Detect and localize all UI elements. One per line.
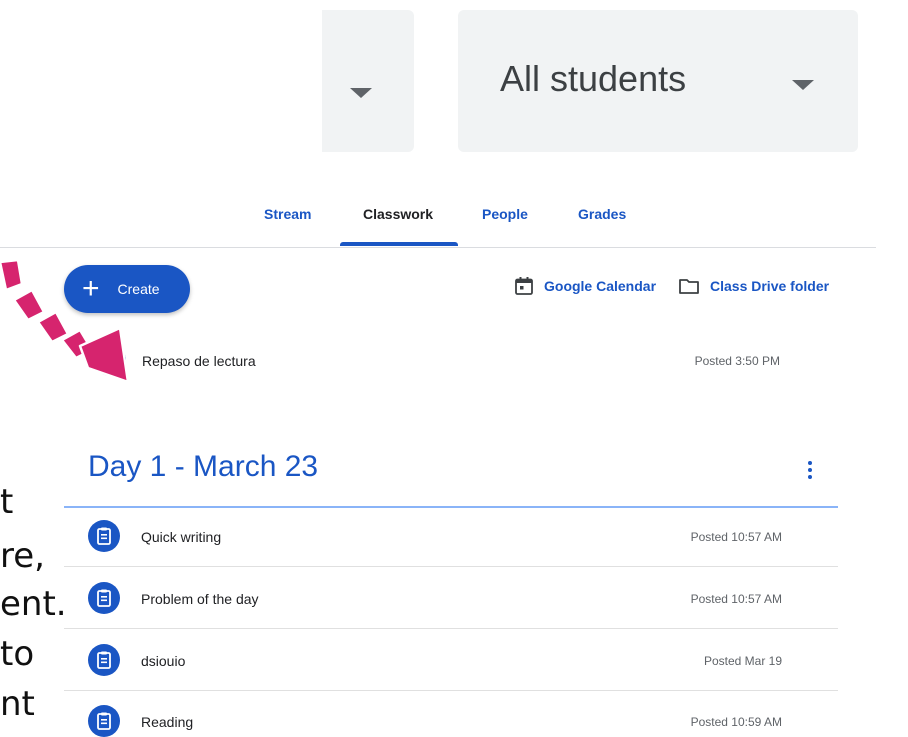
students-filter-dropdown[interactable]: All students — [458, 10, 858, 152]
assignment-icon — [88, 582, 120, 614]
active-tab-indicator — [340, 242, 458, 246]
row-divider — [64, 566, 838, 567]
assignment-icon — [88, 644, 120, 676]
topic-title: Day 1 - March 23 — [88, 450, 319, 483]
item-posted-time: Posted 10:57 AM — [690, 530, 782, 544]
students-filter-label: All students — [500, 58, 687, 99]
folder-icon — [679, 279, 699, 294]
tabs-divider — [0, 247, 876, 248]
google-calendar-link[interactable]: Google Calendar — [514, 276, 656, 296]
class-drive-folder-label: Class Drive folder — [710, 278, 830, 294]
overlay-text-fragment: t — [0, 482, 14, 522]
item-posted-time: Posted 10:59 AM — [690, 715, 782, 729]
list-item[interactable]: Reading Posted 10:59 AM — [88, 705, 838, 737]
item-title: Reading — [141, 714, 194, 730]
item-posted-time: Posted 10:57 AM — [690, 592, 782, 606]
list-item[interactable]: Problem of the day Posted 10:57 AM — [88, 582, 838, 618]
calendar-icon — [515, 277, 533, 295]
assignment-icon — [88, 705, 120, 737]
overlay-text-fragment: re, — [0, 536, 45, 576]
more-options-icon[interactable] — [800, 458, 820, 482]
row-divider — [64, 628, 838, 629]
item-title: Problem of the day — [141, 591, 259, 607]
class-drive-folder-link[interactable]: Class Drive folder — [678, 276, 829, 296]
item-posted-time: Posted 3:50 PM — [694, 354, 780, 368]
item-title: dsiouio — [141, 653, 186, 669]
row-divider — [64, 690, 838, 691]
tab-grades[interactable]: Grades — [578, 206, 626, 222]
tab-stream[interactable]: Stream — [264, 206, 311, 222]
tab-bar: Stream Classwork People Grades — [0, 192, 908, 248]
chevron-down-icon — [350, 88, 372, 98]
google-calendar-label: Google Calendar — [544, 278, 657, 294]
item-title: Repaso de lectura — [142, 353, 256, 369]
list-item[interactable]: Quick writing Posted 10:57 AM — [88, 520, 838, 556]
tab-classwork[interactable]: Classwork — [363, 206, 433, 222]
topic-divider — [64, 506, 838, 508]
overlay-text-fragment: ent. — [0, 584, 67, 624]
tab-people[interactable]: People — [482, 206, 528, 222]
assignment-icon — [88, 520, 120, 552]
list-item[interactable]: dsiouio Posted Mar 19 — [88, 644, 838, 680]
chevron-down-icon — [792, 80, 814, 90]
annotation-arrow — [0, 258, 130, 384]
overlay-text-fragment: to — [0, 634, 35, 674]
list-item[interactable]: Repaso de lectura Posted 3:50 PM — [94, 344, 838, 380]
item-posted-time: Posted Mar 19 — [703, 654, 782, 668]
item-title: Quick writing — [141, 529, 222, 545]
overlay-text-fragment: nt — [0, 684, 35, 724]
filter-dropdown-left[interactable] — [322, 10, 414, 152]
